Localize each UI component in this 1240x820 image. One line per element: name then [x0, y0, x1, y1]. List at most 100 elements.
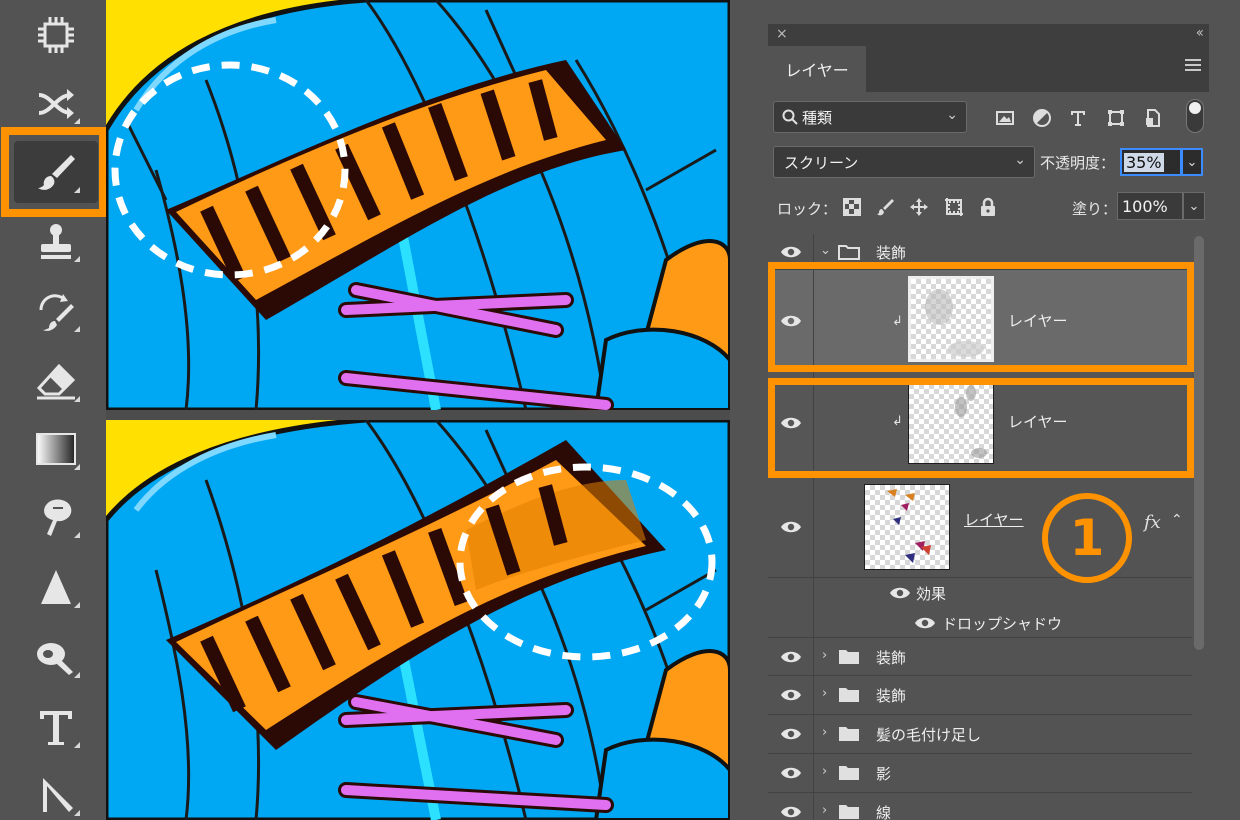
- tab-layers[interactable]: レイヤー: [768, 46, 866, 92]
- submenu-corner-icon: [74, 742, 80, 748]
- folder-icon: [838, 725, 860, 742]
- dodge-icon: [37, 643, 73, 675]
- layer-name: レイヤー: [1008, 312, 1068, 330]
- visibility-column: [768, 715, 814, 753]
- lock-transparent-pixels-icon[interactable]: [840, 195, 864, 219]
- layer-effects-icon[interactable]: fx: [1144, 512, 1161, 533]
- gradient-tool[interactable]: [14, 418, 98, 480]
- layer-thumbnail[interactable]: [908, 378, 994, 464]
- submenu-corner-icon: [74, 810, 80, 816]
- opacity-input[interactable]: 35%: [1120, 148, 1182, 176]
- layer-thumbnail[interactable]: [864, 484, 950, 570]
- layers-panel: × ‹‹ レイヤー 種類 ⌄ スクリーン ⌄ 不透明度： 35% ⌄ ロック： …: [768, 24, 1209, 820]
- stamp-icon: [41, 224, 71, 259]
- layer-row[interactable]: ↲ レイヤー: [768, 372, 1192, 474]
- tool-highlight-box: [1, 127, 107, 217]
- layer-name: 装飾: [876, 244, 907, 262]
- chevron-up-icon[interactable]: ⌃: [1171, 512, 1183, 528]
- filter-kind-select[interactable]: 種類 ⌄: [773, 101, 967, 133]
- layer-name: 装飾: [876, 649, 907, 667]
- artboard-icon: [38, 17, 74, 53]
- lock-image-pixels-icon[interactable]: [874, 195, 898, 219]
- drop-shadow-row[interactable]: ドロップシャドウ: [768, 608, 1192, 638]
- submenu-corner-icon: [74, 602, 80, 608]
- visibility-column: [768, 754, 814, 792]
- clipping-mask-icon: ↲: [892, 314, 903, 329]
- canvas-split-divider: [106, 410, 730, 420]
- folder-icon: [838, 648, 860, 665]
- effects-row[interactable]: 効果: [768, 578, 1192, 608]
- path-selection-tool[interactable]: [14, 764, 98, 820]
- filter-toggle-switch[interactable]: [1186, 99, 1204, 133]
- submenu-corner-icon: [74, 672, 80, 678]
- layer-group-row[interactable]: › 装飾: [768, 638, 1192, 676]
- filter-pixel-icon[interactable]: [993, 106, 1017, 130]
- layer-row-selected[interactable]: ↲ レイヤー: [768, 270, 1192, 372]
- panel-gutter: [730, 0, 768, 820]
- eye-icon[interactable]: [889, 585, 911, 601]
- chevron-right-icon[interactable]: ›: [822, 686, 834, 701]
- content-aware-move-tool[interactable]: [14, 72, 98, 134]
- layer-name: 髪の毛付け足し: [876, 726, 982, 744]
- visibility-column: [768, 578, 814, 608]
- visibility-column: [768, 234, 814, 269]
- submenu-corner-icon: [74, 256, 80, 262]
- layer-group-row[interactable]: › 影: [768, 754, 1192, 793]
- visibility-column: [768, 474, 814, 577]
- layer-group-row[interactable]: › 線: [768, 793, 1192, 820]
- lock-artboard-icon[interactable]: [942, 195, 966, 219]
- chevron-right-icon[interactable]: ›: [822, 725, 834, 740]
- history-brush-icon: [39, 294, 74, 331]
- chevron-down-icon: ⌄: [1188, 198, 1200, 214]
- filter-shape-icon[interactable]: [1104, 106, 1128, 130]
- filter-adjustment-icon[interactable]: [1030, 106, 1054, 130]
- smudge-tool[interactable]: [14, 486, 98, 548]
- submenu-corner-icon: [74, 464, 80, 470]
- folder-icon: [838, 243, 860, 260]
- history-brush-tool[interactable]: [14, 280, 98, 342]
- search-icon: [782, 109, 798, 125]
- close-icon[interactable]: ×: [776, 26, 788, 42]
- lock-all-icon[interactable]: [976, 195, 1000, 219]
- layer-group-row[interactable]: ⌄ 装飾: [768, 234, 1192, 270]
- layer-group-row[interactable]: › 装飾: [768, 676, 1192, 715]
- layer-thumbnail[interactable]: [908, 276, 994, 362]
- filter-type-icon[interactable]: [1066, 106, 1090, 130]
- chevron-right-icon[interactable]: ›: [822, 803, 834, 818]
- clone-stamp-tool[interactable]: [14, 210, 98, 272]
- artwork-illustration: [106, 420, 730, 820]
- thumbnail-preview: [925, 289, 984, 357]
- layer-name: 線: [876, 804, 892, 820]
- type-tool[interactable]: [14, 696, 98, 758]
- artwork-illustration: [106, 0, 730, 410]
- visibility-column: [768, 372, 814, 473]
- sharpen-tool[interactable]: [14, 556, 98, 618]
- layer-group-row[interactable]: › 髪の毛付け足し: [768, 715, 1192, 754]
- opacity-slider-button[interactable]: ⌄: [1181, 148, 1203, 176]
- canvas[interactable]: [106, 0, 730, 820]
- hamburger-menu-icon[interactable]: [1185, 59, 1201, 75]
- eraser-icon: [36, 363, 76, 400]
- fill-slider-button[interactable]: ⌄: [1183, 192, 1205, 220]
- eraser-tool[interactable]: [14, 350, 98, 412]
- visibility-column: [768, 608, 814, 637]
- submenu-corner-icon: [74, 326, 80, 332]
- shuffle-icon: [38, 89, 74, 119]
- layer-list-scrollbar[interactable]: [1194, 236, 1204, 650]
- dodge-tool[interactable]: [14, 626, 98, 688]
- chevron-right-icon[interactable]: ›: [822, 764, 834, 779]
- fill-input[interactable]: 100%: [1117, 192, 1183, 220]
- visibility-column: [768, 270, 814, 371]
- eye-icon[interactable]: [914, 615, 936, 631]
- canvas-view-after[interactable]: [106, 420, 730, 820]
- collapse-icon[interactable]: ‹‹: [1196, 25, 1204, 41]
- blend-mode-select[interactable]: スクリーン ⌄: [773, 146, 1035, 178]
- lock-position-icon[interactable]: [907, 195, 931, 219]
- filter-smart-object-icon[interactable]: [1141, 106, 1165, 130]
- canvas-view-before[interactable]: [106, 0, 730, 410]
- chevron-right-icon[interactable]: ›: [822, 648, 834, 663]
- artboard-tool[interactable]: [14, 4, 98, 66]
- folder-icon: [838, 686, 860, 703]
- chevron-down-icon[interactable]: ⌄: [820, 243, 832, 258]
- fill-label: 塗り：: [1072, 200, 1118, 218]
